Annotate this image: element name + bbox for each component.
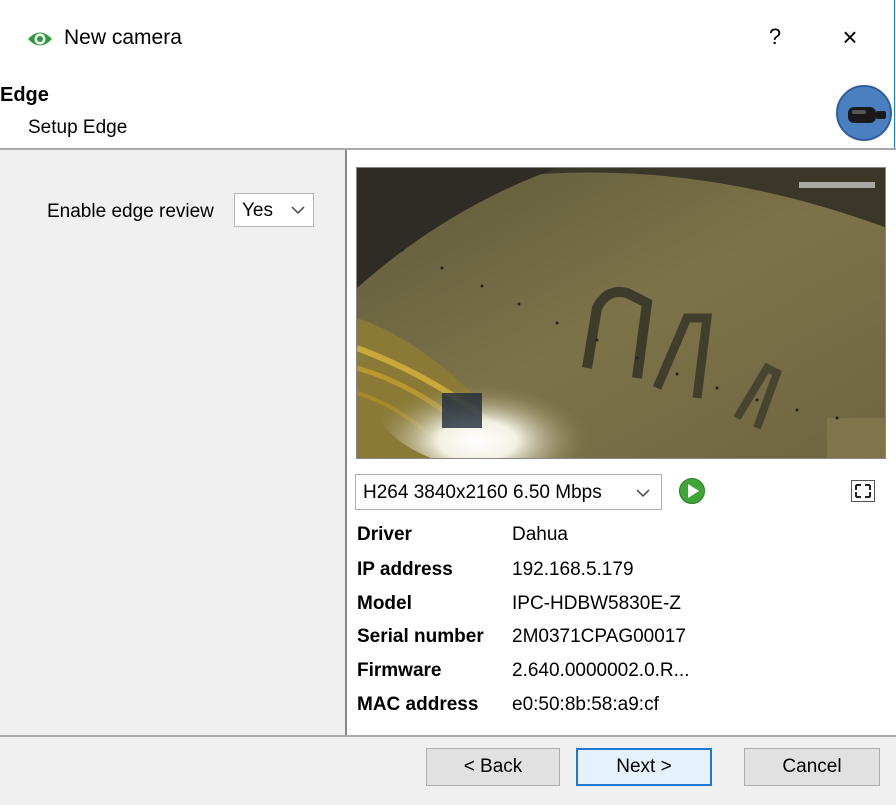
chevron-down-icon bbox=[291, 198, 305, 227]
driver-value: Dahua bbox=[512, 524, 568, 545]
eye-icon bbox=[27, 28, 53, 50]
next-button[interactable]: Next > bbox=[576, 748, 712, 786]
firmware-label: Firmware bbox=[357, 660, 442, 681]
enable-edge-review-label: Enable edge review bbox=[47, 201, 214, 222]
window-title: New camera bbox=[64, 26, 182, 49]
close-button[interactable]: × bbox=[830, 20, 870, 54]
wizard-header: Edge Setup Edge bbox=[0, 78, 894, 148]
stream-value: H264 3840x2160 6.50 Mbps bbox=[363, 482, 602, 503]
stream-select[interactable]: H264 3840x2160 6.50 Mbps bbox=[355, 474, 662, 510]
ip-address-label: IP address bbox=[357, 559, 453, 580]
mac-address-value: e0:50:8b:58:a9:cf bbox=[512, 694, 659, 715]
fullscreen-icon[interactable] bbox=[851, 480, 875, 502]
new-camera-dialog: New camera ? × Edge Setup Edge Enable ed… bbox=[0, 0, 896, 805]
title-bar: New camera ? × bbox=[0, 0, 894, 78]
play-icon[interactable] bbox=[679, 478, 705, 504]
model-label: Model bbox=[357, 593, 412, 614]
camera-preview[interactable] bbox=[356, 167, 886, 459]
driver-label: Driver bbox=[357, 524, 412, 545]
page-subtitle: Setup Edge bbox=[28, 117, 128, 138]
serial-number-label: Serial number bbox=[357, 626, 484, 647]
cancel-button[interactable]: Cancel bbox=[744, 748, 880, 786]
ip-address-value: 192.168.5.179 bbox=[512, 559, 634, 580]
camera-icon bbox=[836, 85, 892, 141]
firmware-value: 2.640.0000002.0.R... bbox=[512, 660, 690, 681]
page-title: Edge bbox=[0, 84, 49, 106]
model-value: IPC-HDBW5830E-Z bbox=[512, 593, 681, 614]
chevron-down-icon bbox=[636, 481, 650, 510]
enable-edge-review-value: Yes bbox=[242, 200, 273, 221]
mac-address-label: MAC address bbox=[357, 694, 479, 715]
help-button[interactable]: ? bbox=[760, 22, 790, 52]
enable-edge-review-select[interactable]: Yes bbox=[234, 193, 314, 227]
back-button[interactable]: < Back bbox=[426, 748, 560, 786]
serial-number-value: 2M0371CPAG00017 bbox=[512, 626, 686, 647]
